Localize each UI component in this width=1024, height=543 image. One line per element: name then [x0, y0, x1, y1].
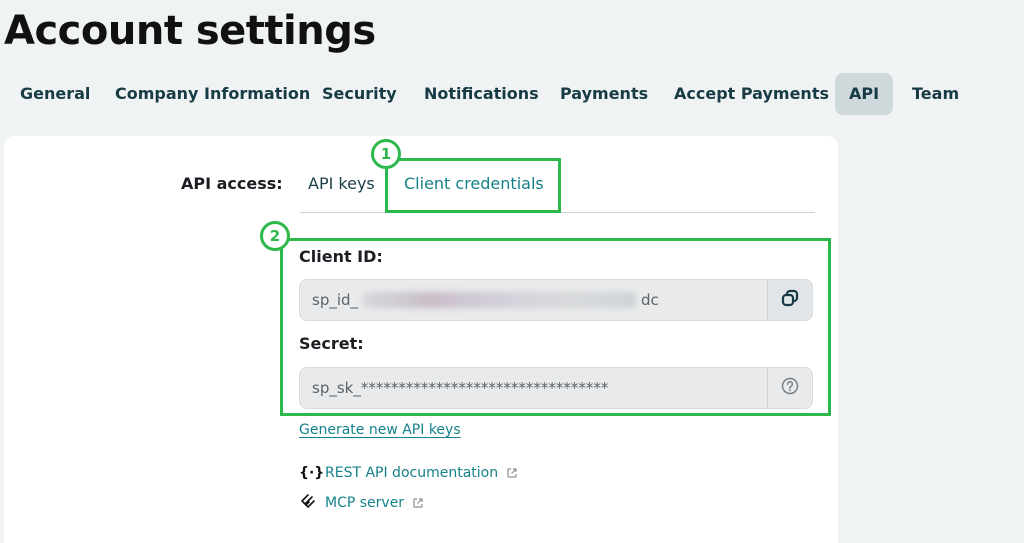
rest-api-docs-link[interactable]: REST API documentation: [325, 465, 498, 481]
api-access-label: API access:: [181, 174, 283, 193]
api-settings-card: API access: API keys Client credentials …: [4, 136, 838, 543]
tab-accept-payments[interactable]: Accept Payments: [658, 73, 845, 115]
page-title: Account settings: [4, 8, 376, 54]
copy-button[interactable]: [767, 280, 812, 320]
generate-api-keys-link[interactable]: Generate new API keys: [299, 422, 461, 438]
help-icon: [781, 377, 799, 399]
mcp-server-icon: [299, 493, 317, 513]
client-id-value-prefix: sp_id_: [312, 291, 359, 309]
tab-api[interactable]: API: [835, 73, 893, 115]
tab-team[interactable]: Team: [896, 73, 975, 115]
annotation-box-1: [385, 158, 561, 213]
client-id-field[interactable]: sp_id_ dc: [299, 279, 813, 321]
annotation-badge-1: 1: [371, 139, 401, 169]
client-id-value-suffix: dc: [641, 291, 659, 309]
mcp-server-row: MCP server: [299, 493, 424, 513]
mcp-server-link[interactable]: MCP server: [325, 495, 404, 511]
annotation-badge-2: 2: [260, 221, 290, 251]
tab-company-information[interactable]: Company Information: [99, 73, 326, 115]
subtab-api-keys[interactable]: API keys: [308, 174, 375, 193]
external-link-icon: [412, 497, 424, 509]
secret-value: sp_sk_*********************************: [312, 379, 609, 397]
secret-field[interactable]: sp_sk_*********************************: [299, 367, 813, 409]
tab-general[interactable]: General: [4, 73, 106, 115]
client-id-redaction: [362, 292, 637, 308]
external-link-icon: [506, 467, 518, 479]
rest-api-docs-row: {·} REST API documentation: [299, 463, 518, 483]
code-braces-icon: {·}: [299, 465, 325, 481]
client-id-label: Client ID:: [299, 247, 383, 266]
tab-payments[interactable]: Payments: [544, 73, 664, 115]
tab-security[interactable]: Security: [306, 73, 413, 115]
copy-icon: [781, 289, 799, 311]
tab-notifications[interactable]: Notifications: [408, 73, 555, 115]
secret-help-button[interactable]: [767, 368, 812, 408]
secret-label: Secret:: [299, 334, 364, 353]
